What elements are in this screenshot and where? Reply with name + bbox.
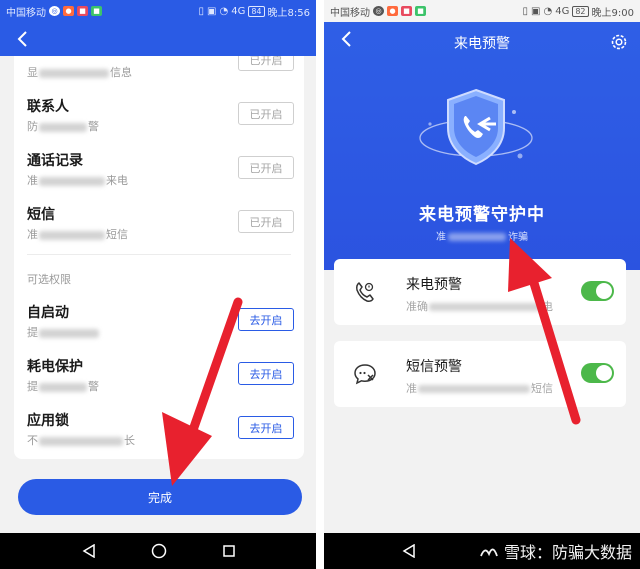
notification-icon: ◎: [373, 6, 384, 16]
header-bar: [0, 22, 316, 56]
clock: 晚上9:00: [591, 7, 634, 19]
permission-title: 应用锁: [27, 413, 69, 429]
permission-enabled-button[interactable]: 已开启: [238, 210, 294, 233]
nav-home-icon[interactable]: [150, 542, 168, 560]
nav-back-icon[interactable]: [400, 542, 418, 560]
sms-alert-toggle[interactable]: [581, 363, 614, 383]
sim-icon: ▣: [531, 5, 541, 17]
section-divider: [27, 254, 291, 255]
permissions-card: 显信息 已开启 联系人 防警 已开启 通话记录 准来电 已开启 短信 准短信 已…: [14, 56, 304, 459]
permission-row-autostart: 自启动 提 去开启: [27, 302, 294, 352]
clock: 晚上8:56: [267, 7, 310, 19]
permission-desc: 准来电: [27, 174, 128, 187]
navigation-bar: [0, 533, 316, 569]
enable-permission-button[interactable]: 去开启: [238, 416, 294, 439]
protection-hero: 来电预警 来电预警守护中 准诈骗: [324, 22, 640, 270]
app-icon: ■: [77, 6, 88, 16]
permission-title: 短信: [27, 207, 55, 223]
protection-subtitle: 准诈骗: [436, 232, 528, 243]
status-bar: 中国移动 ◎ ● ■ ■ ▯ ▣ ◔ 4G 84 晚上8:56: [0, 0, 316, 22]
vibrate-icon: ▯: [522, 5, 529, 17]
permission-row-call-log: 通话记录 准来电 已开启: [27, 150, 294, 200]
network-label: 4G: [555, 5, 570, 17]
app-icon: ■: [415, 6, 426, 16]
permission-row: 显信息 已开启: [27, 56, 294, 92]
battery-icon: 84: [248, 5, 265, 17]
watermark-text: 雪球：防骗大数据: [503, 543, 632, 562]
snowball-logo-icon: [480, 548, 498, 557]
alert-title: 短信预警: [406, 359, 462, 375]
app-icon: ●: [387, 6, 398, 16]
carrier-label: 中国移动: [6, 7, 46, 19]
permission-row-contacts: 联系人 防警 已开启: [27, 96, 294, 146]
settings-button[interactable]: [608, 31, 630, 53]
gear-icon: [611, 34, 627, 50]
permission-row-app-lock: 应用锁 不长 去开启: [27, 410, 294, 459]
page-title: 来电预警: [454, 36, 510, 52]
wifi-icon: ◔: [543, 5, 553, 17]
sms-alert-card: 短信预警 准短信: [334, 341, 626, 407]
navigation-bar: 雪球：防骗大数据: [324, 533, 640, 569]
notification-icon: ◎: [49, 6, 60, 16]
enable-permission-button[interactable]: 去开启: [238, 362, 294, 385]
app-icon: ■: [401, 6, 412, 16]
vibrate-icon: ▯: [198, 5, 205, 17]
permission-desc: 防警: [27, 120, 99, 133]
phone-alert-icon: [356, 282, 374, 302]
chevron-left-icon: [17, 31, 27, 47]
permission-desc: 准短信: [27, 228, 128, 241]
section-label: 可选权限: [27, 273, 71, 286]
done-button[interactable]: 完成: [18, 479, 302, 515]
permission-desc: 显信息: [27, 66, 132, 79]
alert-title: 来电预警: [406, 277, 462, 293]
call-alert-toggle[interactable]: [581, 281, 614, 301]
permissions-screen: 中国移动 ◎ ● ■ ■ ▯ ▣ ◔ 4G 84 晚上8:56 显信息 已开启: [0, 0, 316, 569]
permission-enabled-button[interactable]: 已开启: [238, 56, 294, 71]
sms-alert-icon: [354, 364, 376, 385]
battery-icon: 82: [572, 5, 589, 17]
permission-row-battery-protect: 耗电保护 提警 去开启: [27, 356, 294, 406]
app-icon: ●: [63, 6, 74, 16]
alert-desc: 准确电: [406, 300, 553, 313]
enable-permission-button[interactable]: 去开启: [238, 308, 294, 331]
permission-title: 通话记录: [27, 153, 83, 169]
protection-status: 来电预警守护中: [419, 205, 545, 225]
permission-desc: 提: [27, 324, 100, 340]
permission-enabled-button[interactable]: 已开启: [238, 156, 294, 179]
permission-title: 自启动: [27, 305, 69, 321]
permission-enabled-button[interactable]: 已开启: [238, 102, 294, 125]
nav-back-icon[interactable]: [80, 542, 98, 560]
permission-title: 联系人: [27, 99, 69, 115]
app-icon: ■: [91, 6, 102, 16]
permission-desc: 不长: [27, 434, 135, 447]
wifi-icon: ◔: [219, 5, 229, 17]
carrier-label: 中国移动: [330, 7, 370, 19]
alert-desc: 准短信: [406, 382, 553, 395]
network-label: 4G: [231, 5, 246, 17]
call-alert-card: 来电预警 准确电: [334, 259, 626, 325]
back-button[interactable]: [10, 26, 34, 52]
permission-row-sms: 短信 准短信 已开启: [27, 204, 294, 254]
sim-icon: ▣: [207, 5, 217, 17]
status-bar: 中国移动 ◎ ● ■ ■ ▯ ▣ ◔ 4G 82 晚上9:00: [324, 0, 640, 22]
shield-phone-icon: [419, 88, 533, 166]
nav-recents-icon[interactable]: [220, 542, 238, 560]
watermark: 雪球：防骗大数据: [478, 539, 632, 563]
permission-title: 耗电保护: [27, 359, 83, 375]
call-alert-screen: 中国移动 ◎ ● ■ ■ ▯ ▣ ◔ 4G 82 晚上9:00 来电预警 来电预…: [324, 0, 640, 569]
permission-desc: 提警: [27, 380, 99, 393]
